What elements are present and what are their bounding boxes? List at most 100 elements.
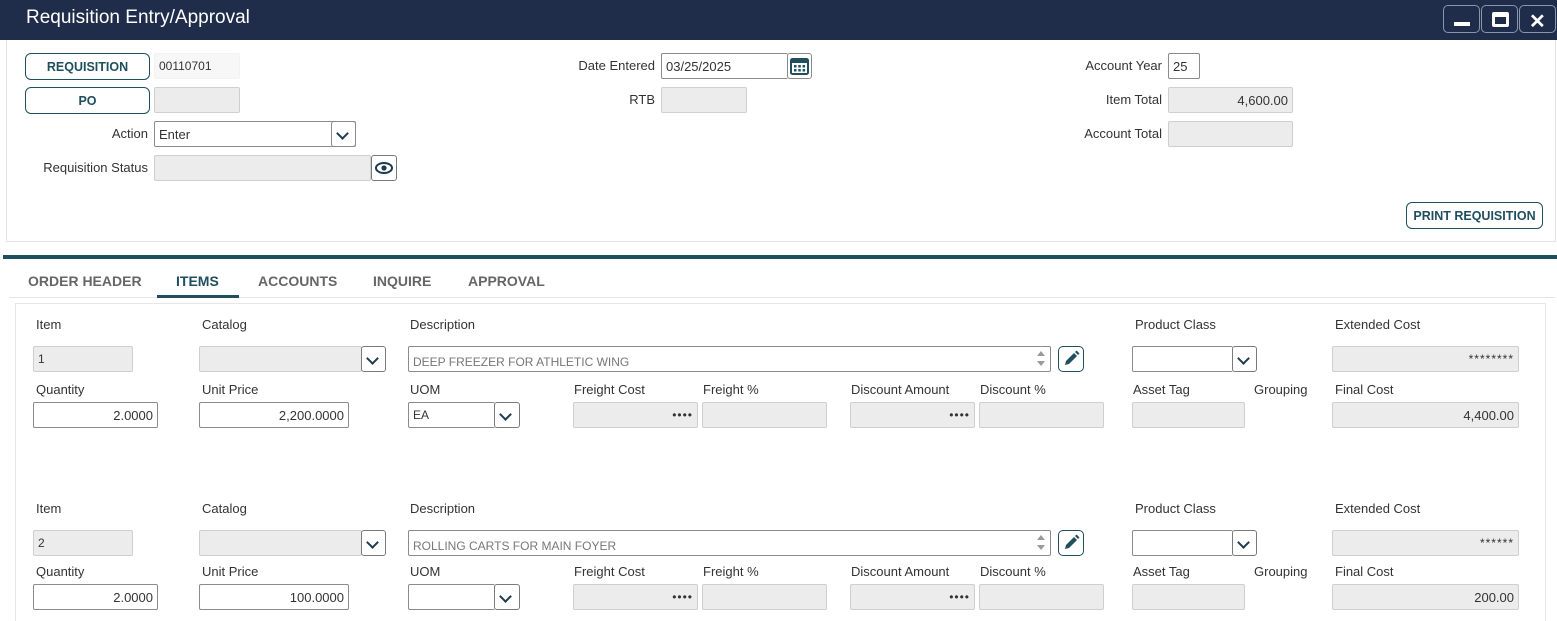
discount-amount-field: •••• xyxy=(850,584,975,610)
item-label: Item xyxy=(36,317,62,332)
chevron-down-icon xyxy=(1237,536,1250,549)
rtb-field[interactable] xyxy=(661,87,747,113)
tab-approval[interactable]: APPROVAL xyxy=(468,273,545,289)
maximize-icon xyxy=(1492,12,1509,27)
tab-order-header[interactable]: ORDER HEADER xyxy=(28,273,142,289)
uom-dropdown-button[interactable] xyxy=(494,402,520,428)
active-tab-indicator xyxy=(157,295,239,298)
uom-dropdown-button[interactable] xyxy=(494,584,520,610)
uom-select[interactable] xyxy=(408,584,495,610)
minimize-icon xyxy=(1454,22,1470,26)
account-total-label: Account Total xyxy=(1084,126,1162,141)
close-icon: ✕ xyxy=(1529,11,1546,33)
asset-tag-field xyxy=(1132,402,1245,428)
grouping-label: Grouping xyxy=(1254,382,1308,397)
maximize-button[interactable] xyxy=(1481,5,1518,33)
window-title: Requisition Entry/Approval xyxy=(26,7,250,28)
action-dropdown-button[interactable] xyxy=(331,121,356,147)
discount-pct-field xyxy=(979,584,1104,610)
item-total-field: 4,600.00 xyxy=(1168,87,1293,113)
catalog-dropdown-button[interactable] xyxy=(361,530,386,556)
uom-label: UOM xyxy=(410,564,441,579)
quantity-field[interactable]: 2.0000 xyxy=(33,402,158,428)
asset-tag-label: Asset Tag xyxy=(1133,564,1190,579)
discount-amount-field: •••• xyxy=(850,402,975,428)
quantity-label: Quantity xyxy=(36,564,85,579)
item-total-label: Item Total xyxy=(1105,92,1162,107)
account-year-field[interactable]: 25 xyxy=(1168,53,1200,79)
discount-amount-label: Discount Amount xyxy=(851,564,950,579)
po-field[interactable] xyxy=(154,87,240,113)
freight-cost-field: •••• xyxy=(573,402,698,428)
description-field[interactable]: ROLLING CARTS FOR MAIN FOYER xyxy=(408,530,1051,556)
final-cost-label: Final Cost xyxy=(1335,382,1394,397)
print-requisition-button[interactable]: PRINT REQUISITION xyxy=(1406,202,1543,229)
description-text: ROLLING CARTS FOR MAIN FOYER xyxy=(413,539,617,553)
uom-select[interactable]: EA xyxy=(408,402,495,428)
description-scroll-stepper[interactable] xyxy=(1036,533,1046,553)
unit-price-label: Unit Price xyxy=(202,382,259,397)
edit-description-button[interactable] xyxy=(1058,346,1084,372)
product-class-label: Product Class xyxy=(1135,501,1216,516)
date-entered-label: Date Entered xyxy=(578,58,655,73)
product-class-select[interactable] xyxy=(1132,530,1233,556)
freight-cost-label: Freight Cost xyxy=(574,382,645,397)
tab-underline-rule xyxy=(9,297,1555,298)
date-picker-button[interactable] xyxy=(787,53,812,79)
description-scroll-stepper[interactable] xyxy=(1036,349,1046,369)
unit-price-field[interactable]: 100.0000 xyxy=(199,584,349,610)
freight-pct-label: Freight % xyxy=(703,382,759,397)
unit-price-field[interactable]: 2,200.0000 xyxy=(199,402,349,428)
action-select[interactable]: Enter xyxy=(154,121,356,147)
extended-cost-field: ****** xyxy=(1332,530,1519,556)
catalog-field[interactable] xyxy=(199,346,362,372)
eye-icon xyxy=(375,162,393,174)
quantity-field[interactable]: 2.0000 xyxy=(33,584,158,610)
action-label: Action xyxy=(111,126,148,141)
close-button[interactable]: ✕ xyxy=(1519,5,1556,33)
uom-label: UOM xyxy=(410,382,441,397)
discount-amount-label: Discount Amount xyxy=(851,382,950,397)
tab-accounts[interactable]: ACCOUNTS xyxy=(258,273,337,289)
product-class-dropdown-button[interactable] xyxy=(1232,530,1257,556)
freight-pct-field xyxy=(702,584,827,610)
edit-description-button[interactable] xyxy=(1058,530,1084,556)
requisition-status-field xyxy=(154,155,371,181)
extended-cost-label: Extended Cost xyxy=(1335,501,1421,516)
chevron-down-icon xyxy=(366,352,379,365)
final-cost-field: 200.00 xyxy=(1332,584,1519,610)
catalog-label: Catalog xyxy=(202,501,247,516)
freight-pct-label: Freight % xyxy=(703,564,759,579)
account-year-label: Account Year xyxy=(1085,58,1162,73)
grouping-label: Grouping xyxy=(1254,564,1308,579)
tab-bar-divider xyxy=(3,255,1557,259)
description-text: DEEP FREEZER FOR ATHLETIC WING xyxy=(413,355,630,369)
freight-cost-label: Freight Cost xyxy=(574,564,645,579)
po-button[interactable]: PO xyxy=(25,87,150,114)
chevron-down-icon xyxy=(499,590,512,603)
tab-inquire[interactable]: INQUIRE xyxy=(373,273,431,289)
catalog-dropdown-button[interactable] xyxy=(361,346,386,372)
minimize-button[interactable] xyxy=(1443,5,1480,33)
final-cost-field: 4,400.00 xyxy=(1332,402,1519,428)
product-class-dropdown-button[interactable] xyxy=(1232,346,1257,372)
date-entered-field[interactable]: 03/25/2025 xyxy=(661,53,788,79)
asset-tag-field xyxy=(1132,584,1245,610)
chevron-down-icon xyxy=(499,408,512,421)
title-bar: Requisition Entry/Approval ✕ xyxy=(0,0,1557,40)
description-field[interactable]: DEEP FREEZER FOR ATHLETIC WING xyxy=(408,346,1051,372)
extended-cost-label: Extended Cost xyxy=(1335,317,1421,332)
catalog-label: Catalog xyxy=(202,317,247,332)
catalog-field[interactable] xyxy=(199,530,362,556)
requisition-button[interactable]: REQUISITION xyxy=(25,53,150,80)
account-total-field xyxy=(1168,121,1293,147)
discount-pct-field xyxy=(979,402,1104,428)
extended-cost-field: ******** xyxy=(1332,346,1519,372)
product-class-select[interactable] xyxy=(1132,346,1233,372)
final-cost-label: Final Cost xyxy=(1335,564,1394,579)
view-status-button[interactable] xyxy=(371,155,397,181)
pencil-icon xyxy=(1065,534,1080,549)
item-label: Item xyxy=(36,501,62,516)
tab-items[interactable]: ITEMS xyxy=(176,273,219,289)
asset-tag-label: Asset Tag xyxy=(1133,382,1190,397)
